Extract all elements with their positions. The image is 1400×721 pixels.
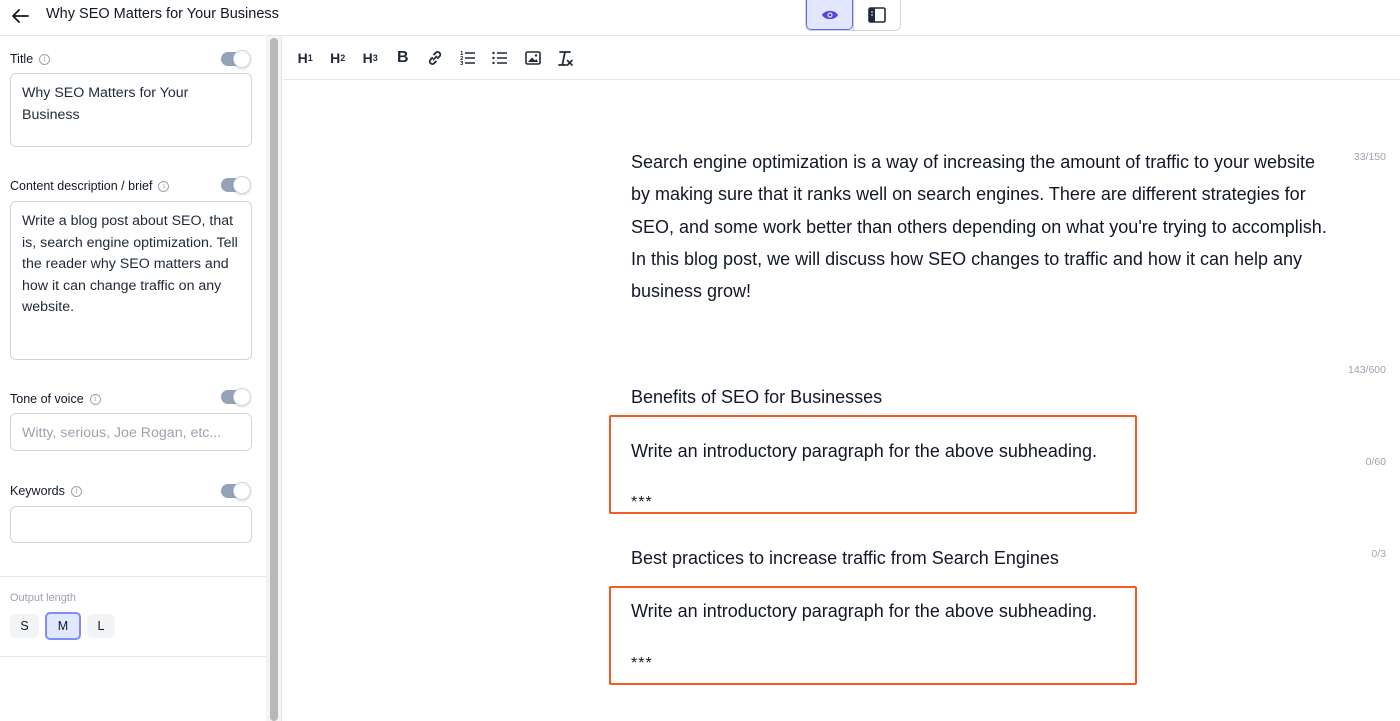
title-label-text: Title bbox=[10, 52, 34, 66]
keywords-label: Keywords i bbox=[10, 484, 82, 498]
link-icon bbox=[429, 50, 442, 65]
editor-toolbar: H1 H2 H3 B 1 2 3 bbox=[283, 36, 1400, 80]
image-button[interactable] bbox=[521, 46, 546, 70]
sidebar-scrollbar[interactable] bbox=[266, 36, 282, 721]
info-icon[interactable]: i bbox=[89, 393, 101, 405]
clear-format-button[interactable] bbox=[553, 46, 578, 70]
tone-counter: 0/60 bbox=[1365, 456, 1386, 468]
ordered-list-button[interactable]: 1 2 3 bbox=[456, 46, 481, 70]
heading-1-button[interactable]: H1 bbox=[293, 46, 318, 70]
keywords-input[interactable] bbox=[10, 506, 252, 543]
description-toggle[interactable] bbox=[221, 176, 251, 194]
intro-paragraph[interactable]: Search engine optimization is a way of i… bbox=[631, 146, 1331, 307]
keywords-label-text: Keywords bbox=[10, 484, 65, 498]
description-label: Content description / brief i bbox=[10, 179, 170, 193]
tone-label-text: Tone of voice bbox=[10, 392, 84, 406]
top-bar: Why SEO Matters for Your Business bbox=[0, 0, 1400, 36]
section-prompt[interactable]: Write an introductory paragraph for the … bbox=[631, 595, 1097, 627]
divider bbox=[0, 656, 266, 657]
heading-2-button[interactable]: H2 bbox=[326, 46, 351, 70]
back-button[interactable] bbox=[8, 4, 32, 28]
heading-3-sub: 3 bbox=[372, 52, 378, 63]
ordered-list-icon: 1 2 3 bbox=[460, 51, 475, 66]
info-icon[interactable]: i bbox=[158, 180, 170, 192]
image-icon bbox=[524, 50, 541, 65]
keywords-toggle[interactable] bbox=[221, 482, 251, 500]
svg-text:3: 3 bbox=[460, 61, 464, 66]
bullet-list-icon bbox=[492, 51, 508, 64]
scrollbar-thumb[interactable] bbox=[270, 38, 278, 721]
heading-3-label: H bbox=[362, 49, 373, 66]
heading-2-label: H bbox=[330, 49, 341, 66]
arrow-left-icon bbox=[12, 9, 29, 23]
section-heading[interactable]: Benefits of SEO for Businesses bbox=[631, 381, 882, 413]
eye-icon bbox=[821, 10, 838, 19]
heading-2-sub: 2 bbox=[340, 52, 346, 63]
tone-label: Tone of voice i bbox=[10, 392, 101, 406]
link-button[interactable] bbox=[423, 46, 448, 70]
info-icon[interactable]: i bbox=[39, 53, 51, 65]
length-l-button[interactable]: L bbox=[87, 614, 115, 638]
title-input[interactable]: Why SEO Matters for Your Business bbox=[10, 73, 252, 147]
preview-view-button[interactable] bbox=[806, 0, 853, 30]
clear-format-icon bbox=[558, 50, 574, 66]
title-toggle[interactable] bbox=[221, 50, 251, 68]
heading-1-sub: 1 bbox=[307, 52, 313, 63]
document-title: Why SEO Matters for Your Business bbox=[46, 6, 279, 22]
sidebar-panel-icon bbox=[868, 7, 886, 23]
section-separator: *** bbox=[631, 494, 653, 511]
divider bbox=[0, 576, 266, 577]
length-m-button[interactable]: M bbox=[45, 612, 81, 640]
bold-button[interactable]: B bbox=[391, 46, 416, 70]
keywords-counter: 0/3 bbox=[1371, 548, 1386, 560]
section-heading[interactable]: Best practices to increase traffic from … bbox=[631, 542, 1059, 574]
heading-1-label: H bbox=[297, 49, 308, 66]
description-counter: 143/600 bbox=[1348, 364, 1386, 376]
description-textarea[interactable]: Write a blog post about SEO, that is, se… bbox=[10, 201, 252, 360]
section-prompt[interactable]: Write an introductory paragraph for the … bbox=[631, 435, 1097, 467]
info-icon[interactable]: i bbox=[70, 485, 82, 497]
title-label: Title i bbox=[10, 52, 51, 66]
tone-input[interactable]: Witty, serious, Joe Rogan, etc... bbox=[10, 413, 252, 451]
output-length-label: Output length bbox=[10, 592, 77, 604]
bullet-list-button[interactable] bbox=[488, 46, 513, 70]
section-separator: *** bbox=[631, 655, 653, 672]
tone-toggle[interactable] bbox=[221, 388, 251, 406]
description-label-text: Content description / brief bbox=[10, 179, 153, 193]
length-s-button[interactable]: S bbox=[10, 614, 39, 638]
sidebar-view-button[interactable] bbox=[853, 0, 900, 30]
heading-3-button[interactable]: H3 bbox=[358, 46, 383, 70]
view-mode-toggle bbox=[805, 0, 901, 31]
